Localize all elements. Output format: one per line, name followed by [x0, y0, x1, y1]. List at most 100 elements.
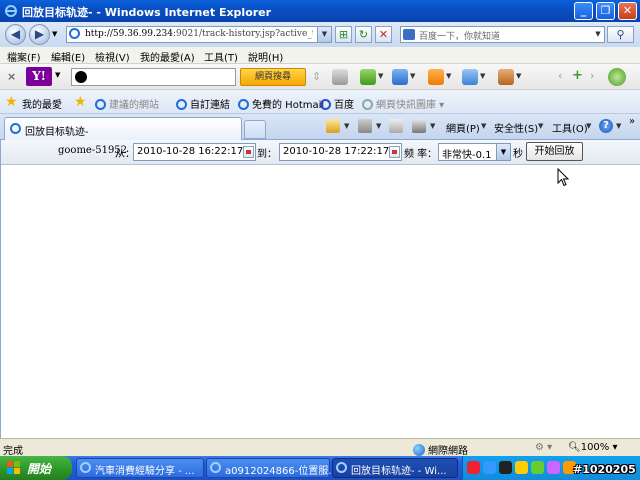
ie-page-icon: [95, 99, 106, 110]
toolbar-scroll-left-icon[interactable]: ‹: [558, 69, 562, 82]
toolbar-tool-icon-1[interactable]: [332, 69, 348, 85]
help-dropdown-icon[interactable]: ▼: [616, 122, 621, 130]
rss-dropdown-icon[interactable]: ▼: [446, 72, 451, 80]
ie-page-icon: [238, 99, 249, 110]
tab-row: 回放目标轨迹- ▼ ▼ ▼ 網頁(P) ▼ 安全性(S) ▼ 工具(O) ▼ ?…: [0, 114, 640, 140]
toolbar-tool-icon-2[interactable]: [360, 69, 376, 85]
close-button[interactable]: ✕: [618, 2, 637, 20]
minimize-button[interactable]: _: [574, 2, 593, 20]
menu-edit[interactable]: 編輯(E): [51, 49, 85, 64]
toolbar-scroll-right-icon[interactable]: ›: [590, 69, 594, 82]
menu-help[interactable]: 說明(H): [248, 49, 283, 64]
feeds-dropdown-icon[interactable]: ▼: [376, 122, 381, 130]
tools-menu[interactable]: 工具(O): [552, 120, 588, 135]
back-button[interactable]: ◀: [5, 24, 26, 45]
taskbar-item-2[interactable]: a0912024866-位置服...: [206, 458, 338, 478]
search-go-button[interactable]: ⚲: [607, 26, 634, 43]
tray-icon-4[interactable]: [515, 461, 528, 474]
print-icon[interactable]: [412, 119, 426, 133]
tools-dropdown-icon[interactable]: ▼: [586, 122, 591, 130]
add-favorite-icon[interactable]: ★: [74, 94, 87, 110]
home-icon[interactable]: [326, 119, 340, 133]
tray-icon-5[interactable]: [531, 461, 544, 474]
ie-page-icon: [10, 123, 21, 134]
new-tab-button[interactable]: [244, 120, 266, 139]
feeds-icon[interactable]: [358, 119, 372, 133]
help-icon[interactable]: ?: [599, 119, 613, 133]
stop-button[interactable]: ✕: [375, 26, 392, 43]
forward-button[interactable]: ▶: [29, 24, 50, 45]
fav-link-webslice[interactable]: 網頁快訊圖庫 ▾: [362, 96, 444, 111]
address-input[interactable]: http://59.36.99.234:9021/track-history.j…: [66, 26, 332, 43]
page-content: goome-51952 从： 2010-10-28 16:22:17 到： 20…: [0, 140, 640, 438]
read-mail-icon[interactable]: [389, 119, 403, 133]
mouse-cursor-icon: [557, 168, 569, 187]
chevron-down-icon[interactable]: ▼: [496, 144, 510, 160]
rss-icon[interactable]: [428, 69, 444, 85]
page-menu[interactable]: 網頁(P): [446, 120, 480, 135]
safety-menu[interactable]: 安全性(S): [494, 120, 538, 135]
history-dropdown-icon[interactable]: ▼: [52, 30, 57, 38]
fav-link-custom[interactable]: 自訂連結: [176, 96, 230, 111]
favorites-button[interactable]: 我的最愛: [22, 96, 62, 111]
yahoo-search-input[interactable]: [71, 68, 236, 86]
menu-view[interactable]: 檢視(V): [95, 49, 130, 64]
calendar-icon[interactable]: [243, 146, 254, 158]
menu-file[interactable]: 檔案(F): [7, 49, 41, 64]
yahoo-web-search-button[interactable]: 網頁搜尋: [240, 68, 306, 86]
menu-tools[interactable]: 工具(T): [204, 49, 238, 64]
refresh-icon: ↻: [358, 28, 369, 41]
tool3-dropdown-icon[interactable]: ▼: [410, 72, 415, 80]
start-button[interactable]: 開始: [0, 456, 72, 480]
maximize-icon: ❐: [600, 4, 611, 17]
start-playback-button[interactable]: 开始回放: [526, 142, 583, 161]
maximize-button[interactable]: ❐: [596, 2, 615, 20]
windows-logo-icon: [7, 461, 21, 475]
settings-gear-icon[interactable]: [608, 68, 626, 86]
fav-link-baidu[interactable]: 百度: [320, 96, 354, 111]
start-time-input[interactable]: 2010-10-28 16:22:17: [133, 143, 256, 161]
tab-active[interactable]: 回放目标轨迹-: [4, 117, 242, 140]
search-provider-dropdown-icon[interactable]: ▼: [592, 27, 604, 42]
frequency-select[interactable]: 非常快-0.1 ▼: [438, 143, 511, 161]
taskbar-item-active[interactable]: 回放目标轨迹- - Wi...: [332, 458, 458, 478]
menu-bar: 檔案(F) 編輯(E) 檢視(V) 我的最愛(A) 工具(T) 說明(H): [0, 47, 640, 64]
taskbar-item-1[interactable]: 汽車消費經驗分享 - ...: [76, 458, 204, 478]
toolbar-tool-icon-6[interactable]: [498, 69, 514, 85]
compat-view-button[interactable]: ⊞: [335, 26, 352, 43]
favorites-star-icon: ★: [5, 94, 18, 110]
toolbar-tool-icon-3[interactable]: [392, 69, 408, 85]
toolbar-close-icon[interactable]: ×: [7, 70, 16, 83]
protected-mode-icon[interactable]: ⚙ ▾: [535, 442, 552, 453]
mail-icon[interactable]: [462, 69, 478, 85]
security-zone[interactable]: 網際網路: [413, 442, 468, 457]
home-dropdown-icon[interactable]: ▼: [344, 122, 349, 130]
minimize-icon: _: [580, 4, 587, 17]
yahoo-logo[interactable]: Y!: [26, 67, 52, 86]
calendar-icon[interactable]: [389, 146, 400, 158]
mail-dropdown-icon[interactable]: ▼: [480, 72, 485, 80]
print-dropdown-icon[interactable]: ▼: [430, 122, 435, 130]
tray-icon-3[interactable]: [499, 461, 512, 474]
fav-link-hotmail[interactable]: 免費的 Hotmail: [238, 96, 324, 111]
zoom-control[interactable]: 🔍︎100% ▾: [568, 442, 618, 453]
page-dropdown-icon[interactable]: ▼: [481, 122, 486, 130]
magnifier-icon: ⚲: [616, 28, 625, 41]
yahoo-toolbar: × Y! ▼ 網頁搜尋 ⇕ ▼ ▼ ▼ ▼ ▼ ‹ + ›: [0, 64, 640, 90]
yahoo-menu-dropdown-icon[interactable]: ▼: [55, 71, 60, 79]
add-button-icon[interactable]: +: [572, 68, 583, 83]
refresh-button[interactable]: ↻: [355, 26, 372, 43]
safety-dropdown-icon[interactable]: ▼: [538, 122, 543, 130]
menu-favorites[interactable]: 我的最愛(A): [140, 49, 195, 64]
fav-link-suggested[interactable]: 建議的網站: [95, 96, 159, 111]
tray-icon-2[interactable]: [483, 461, 496, 474]
chevron-more-icon[interactable]: »: [629, 116, 635, 127]
tool6-dropdown-icon[interactable]: ▼: [516, 72, 521, 80]
tray-icon-1[interactable]: [467, 461, 480, 474]
tool2-dropdown-icon[interactable]: ▼: [378, 72, 383, 80]
url-text: http://59.36.99.234:9021/track-history.j…: [85, 29, 313, 39]
search-input[interactable]: 百度一下，你就知道 ▼: [400, 26, 605, 43]
end-time-input[interactable]: 2010-10-28 17:22:17: [279, 143, 402, 161]
address-dropdown-icon[interactable]: ▼: [317, 27, 331, 42]
tray-icon-6[interactable]: [547, 461, 560, 474]
